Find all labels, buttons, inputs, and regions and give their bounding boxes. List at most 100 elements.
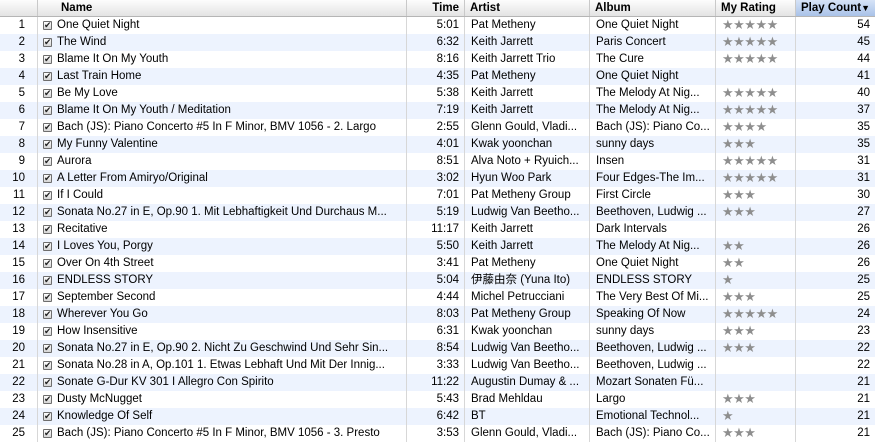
track-enabled-checkbox[interactable]	[43, 391, 52, 408]
track-album: First Circle	[590, 187, 716, 204]
track-row[interactable]: 18 Wherever You Go8:03Pat Metheny GroupSp…	[0, 306, 875, 323]
track-enabled-checkbox[interactable]	[43, 221, 52, 238]
track-row[interactable]: 6 Blame It On My Youth / Meditation7:19Ke…	[0, 102, 875, 119]
track-checkbox-cell	[38, 357, 56, 374]
track-enabled-checkbox[interactable]	[43, 85, 52, 102]
header-my-rating[interactable]: My Rating	[716, 0, 796, 16]
track-row[interactable]: 3 Blame It On My Youth8:16Keith Jarrett T…	[0, 51, 875, 68]
track-row[interactable]: 17 September Second4:44Michel Petrucciani…	[0, 289, 875, 306]
track-checkbox-cell	[38, 17, 56, 34]
track-enabled-checkbox[interactable]	[43, 187, 52, 204]
track-rating[interactable]: ★★★★★	[716, 102, 796, 119]
track-row[interactable]: 4 Last Train Home4:35Pat MethenyOne Quiet…	[0, 68, 875, 85]
track-play-count: 45	[857, 36, 870, 48]
track-rating[interactable]: ★★★★★	[716, 153, 796, 170]
track-rating[interactable]: ★★★	[716, 187, 796, 204]
track-rating[interactable]	[716, 374, 796, 391]
track-enabled-checkbox[interactable]	[43, 306, 52, 323]
track-rating[interactable]: ★★★★★	[716, 170, 796, 187]
track-artist: Glenn Gould, Vladi...	[465, 119, 590, 136]
header-name[interactable]: Name	[38, 0, 407, 16]
track-row[interactable]: 25 Bach (JS): Piano Concerto #5 In F Mino…	[0, 425, 875, 442]
header-number[interactable]	[0, 0, 38, 16]
track-row[interactable]: 24 Knowledge Of Self6:42BTEmotional Techn…	[0, 408, 875, 425]
track-row[interactable]: 10 A Letter From Amiryo/Original3:02Hyun …	[0, 170, 875, 187]
track-row[interactable]: 5 Be My Love5:38Keith JarrettThe Melody A…	[0, 85, 875, 102]
track-checkbox-cell	[38, 238, 56, 255]
track-enabled-checkbox[interactable]	[43, 425, 52, 442]
track-rating[interactable]: ★★★	[716, 204, 796, 221]
track-row[interactable]: 11 If I Could7:01Pat Metheny GroupFirst C…	[0, 187, 875, 204]
track-row[interactable]: 22 Sonate G-Dur KV 301 I Allegro Con Spir…	[0, 374, 875, 391]
track-enabled-checkbox[interactable]	[43, 17, 52, 34]
track-enabled-checkbox[interactable]	[43, 204, 52, 221]
track-enabled-checkbox[interactable]	[43, 51, 52, 68]
track-rating[interactable]: ★★★★★	[716, 51, 796, 68]
header-play-count[interactable]: Play Count▼	[796, 0, 875, 16]
track-rating[interactable]: ★★★	[716, 323, 796, 340]
track-album: Beethoven, Ludwig ...	[590, 204, 716, 221]
track-rating[interactable]: ★★★	[716, 391, 796, 408]
track-rating[interactable]: ★★★	[716, 340, 796, 357]
track-rating[interactable]: ★★★	[716, 136, 796, 153]
header-artist[interactable]: Artist	[465, 0, 590, 16]
track-time: 3:53	[407, 425, 465, 442]
track-number: 17	[0, 289, 38, 306]
track-rating[interactable]: ★	[716, 272, 796, 289]
track-enabled-checkbox[interactable]	[43, 289, 52, 306]
track-rating[interactable]: ★★★	[716, 289, 796, 306]
track-rating[interactable]: ★★	[716, 238, 796, 255]
track-row[interactable]: 2 The Wind6:32Keith JarrettParis Concert★…	[0, 34, 875, 51]
track-rating[interactable]: ★★★★	[716, 119, 796, 136]
track-name: A Letter From Amiryo/Original	[56, 170, 407, 187]
track-row[interactable]: 23 Dusty McNugget5:43Brad MehldauLargo★★★…	[0, 391, 875, 408]
track-enabled-checkbox[interactable]	[43, 68, 52, 85]
track-row[interactable]: 21 Sonata No.28 in A, Op.101 1. Etwas Leb…	[0, 357, 875, 374]
track-enabled-checkbox[interactable]	[43, 408, 52, 425]
track-enabled-checkbox[interactable]	[43, 34, 52, 51]
track-rating[interactable]: ★★	[716, 255, 796, 272]
track-row[interactable]: 8 My Funny Valentine4:01Kwak yoonchansunn…	[0, 136, 875, 153]
track-row[interactable]: 14 I Loves You, Porgy5:50Keith JarrettThe…	[0, 238, 875, 255]
track-list[interactable]: Name Time Artist Album My Rating Play Co…	[0, 0, 875, 442]
track-rating[interactable]: ★★★★★	[716, 17, 796, 34]
track-time: 5:01	[407, 17, 465, 34]
track-album: The Melody At Nig...	[590, 85, 716, 102]
track-enabled-checkbox[interactable]	[43, 153, 52, 170]
track-rating[interactable]: ★★★	[716, 425, 796, 442]
track-enabled-checkbox[interactable]	[43, 102, 52, 119]
track-rating[interactable]	[716, 357, 796, 374]
track-name: Over On 4th Street	[56, 255, 407, 272]
track-rating[interactable]: ★	[716, 408, 796, 425]
track-row[interactable]: 12 Sonata No.27 in E, Op.90 1. Mit Lebhaf…	[0, 204, 875, 221]
track-rating[interactable]: ★★★★★	[716, 306, 796, 323]
header-album[interactable]: Album	[590, 0, 716, 16]
track-name: Knowledge Of Self	[56, 408, 407, 425]
track-enabled-checkbox[interactable]	[43, 238, 52, 255]
track-row[interactable]: 16ENDLESS STORY5:04伊藤由奈 (Yuna Ito)ENDLES…	[0, 272, 875, 289]
track-enabled-checkbox[interactable]	[43, 255, 52, 272]
track-row[interactable]: 1One Quiet Night5:01Pat MethenyOne Quiet…	[0, 17, 875, 34]
track-rating[interactable]	[716, 221, 796, 238]
track-row[interactable]: 15 Over On 4th Street3:41Pat MethenyOne Q…	[0, 255, 875, 272]
track-enabled-checkbox[interactable]	[43, 374, 52, 391]
track-enabled-checkbox[interactable]	[43, 170, 52, 187]
header-time[interactable]: Time	[407, 0, 465, 16]
track-album: The Melody At Nig...	[590, 238, 716, 255]
track-row[interactable]: 7 Bach (JS): Piano Concerto #5 In F Minor…	[0, 119, 875, 136]
track-enabled-checkbox[interactable]	[43, 119, 52, 136]
track-enabled-checkbox[interactable]	[43, 323, 52, 340]
track-rating[interactable]: ★★★★★	[716, 34, 796, 51]
track-row[interactable]: 19 How Insensitive6:31Kwak yoonchansunny …	[0, 323, 875, 340]
track-enabled-checkbox[interactable]	[43, 357, 52, 374]
track-row[interactable]: 9 Aurora8:51Alva Noto + Ryuich...Insen★★★…	[0, 153, 875, 170]
track-rating[interactable]	[716, 68, 796, 85]
track-rating[interactable]: ★★★★★	[716, 85, 796, 102]
track-enabled-checkbox[interactable]	[43, 340, 52, 357]
track-row[interactable]: 13 Recitative11:17Keith JarrettDark Inter…	[0, 221, 875, 238]
track-checkbox-cell	[38, 119, 56, 136]
track-play-count: 21	[857, 410, 870, 422]
track-row[interactable]: 20 Sonata No.27 in E, Op.90 2. Nicht Zu G…	[0, 340, 875, 357]
track-enabled-checkbox[interactable]	[43, 272, 52, 289]
track-enabled-checkbox[interactable]	[43, 136, 52, 153]
